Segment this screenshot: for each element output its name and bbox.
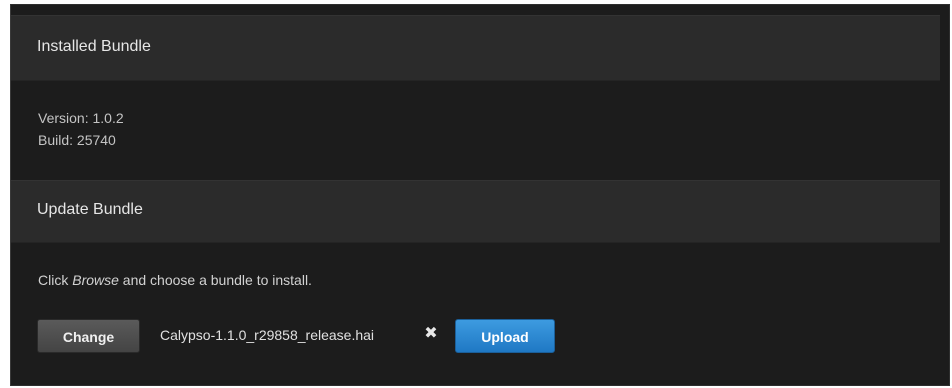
remove-file-icon[interactable]: ✖ [424, 325, 438, 343]
instructions-suffix: and choose a bundle to install. [118, 272, 312, 288]
upload-button[interactable]: Upload [455, 319, 555, 353]
update-instructions: Click Browse and choose a bundle to inst… [38, 272, 312, 288]
change-button[interactable]: Change [37, 319, 140, 353]
installed-bundle-header: Installed Bundle [11, 15, 940, 81]
version-text: Version: 1.0.2 [38, 110, 124, 126]
update-bundle-header: Update Bundle [11, 180, 940, 243]
update-bundle-title: Update Bundle [37, 201, 143, 218]
build-text: Build: 25740 [38, 132, 116, 148]
selected-file-name: Calypso-1.1.0_r29858_release.hai [160, 327, 375, 343]
instructions-browse-emphasis: Browse [72, 272, 119, 288]
instructions-prefix: Click [38, 272, 73, 288]
installed-bundle-title: Installed Bundle [37, 38, 151, 55]
